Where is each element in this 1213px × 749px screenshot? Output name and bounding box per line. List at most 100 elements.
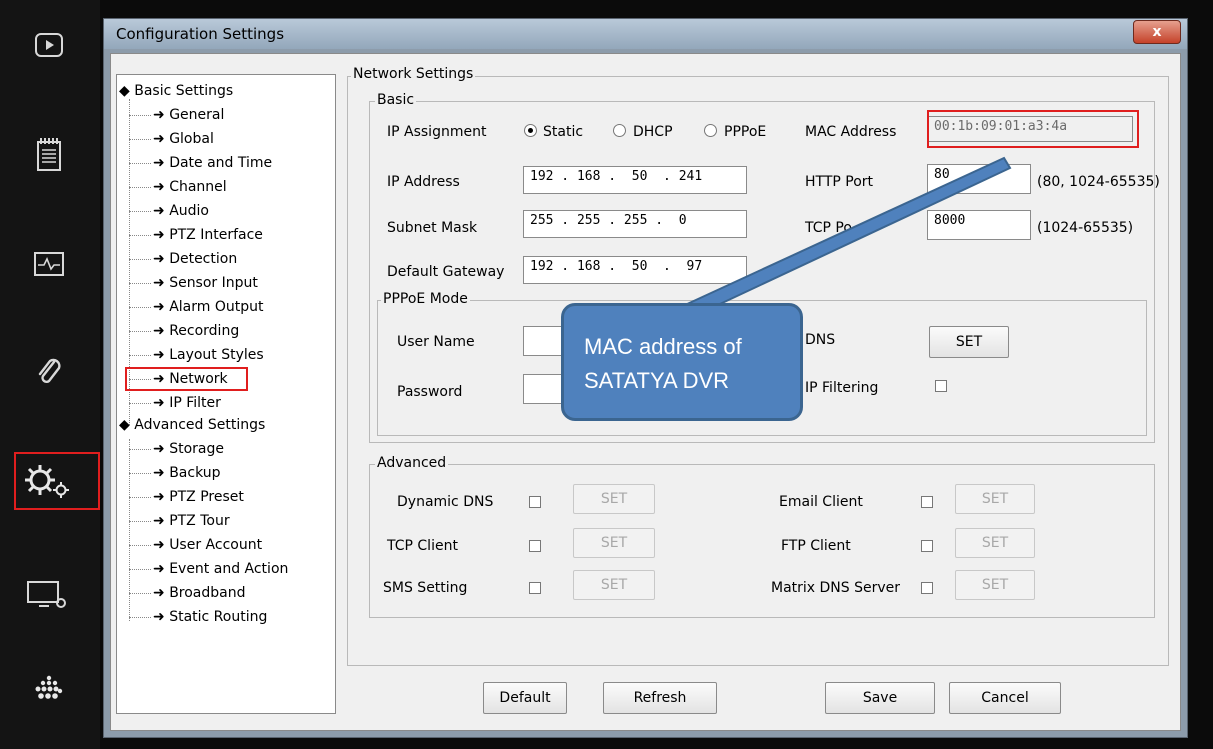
tree-item-ip-filter[interactable]: ➜ IP Filter — [129, 395, 221, 411]
tcp-port-label: TCP Po — [805, 220, 852, 236]
dhcp-radio-label: DHCP — [633, 124, 673, 140]
sms-setting-checkbox[interactable] — [529, 582, 541, 594]
ip-address-field[interactable]: 192 . 168 . 50 . 241 — [523, 166, 747, 194]
arrow-icon: ➜ — [153, 465, 165, 481]
ftp-client-checkbox[interactable] — [921, 540, 933, 552]
close-icon: x — [1152, 24, 1162, 40]
basic-group-title: Basic — [375, 92, 417, 108]
tcp-client-label: TCP Client — [387, 538, 458, 554]
ftp-client-set-button[interactable]: SET — [955, 528, 1035, 558]
tree-item-label: Detection — [169, 251, 238, 267]
arrow-icon: ➜ — [153, 585, 165, 601]
tree-item-network[interactable]: ➜ Network — [129, 371, 228, 387]
http-port-field[interactable]: 80 — [927, 164, 1031, 194]
tree-item-layout-styles[interactable]: ➜ Layout Styles — [129, 347, 264, 363]
username-field[interactable] — [523, 326, 563, 356]
notepad-icon[interactable] — [28, 133, 70, 175]
advanced-group-title: Advanced — [375, 455, 449, 471]
dns-label: DNS — [805, 332, 836, 348]
arrow-icon: ➜ — [153, 275, 165, 291]
password-field[interactable] — [523, 374, 563, 404]
cancel-button[interactable]: Cancel — [949, 682, 1061, 714]
tree-item-label: PTZ Interface — [169, 227, 263, 243]
email-client-set-button[interactable]: SET — [955, 484, 1035, 514]
close-button[interactable]: x — [1133, 20, 1181, 44]
tree-item-backup[interactable]: ➜ Backup — [129, 465, 221, 481]
tree-item-static-routing[interactable]: ➜ Static Routing — [129, 609, 267, 625]
tree-item-label: IP Filter — [169, 395, 221, 411]
tree-item-label: PTZ Preset — [169, 489, 244, 505]
tree-item-storage[interactable]: ➜ Storage — [129, 441, 224, 457]
tree-item-ptz-interface[interactable]: ➜ PTZ Interface — [129, 227, 263, 243]
mac-address-label: MAC Address — [805, 124, 897, 140]
ftp-client-label: FTP Client — [781, 538, 851, 554]
default-gateway-field[interactable]: 192 . 168 . 50 . 97 — [523, 256, 747, 284]
dynamic-dns-set-button[interactable]: SET — [573, 484, 655, 514]
tcp-client-set-button[interactable]: SET — [573, 528, 655, 558]
tree-item-label: Layout Styles — [169, 347, 264, 363]
pppoe-radio-label: PPPoE — [724, 124, 767, 140]
dynamic-dns-checkbox[interactable] — [529, 496, 541, 508]
tree-item-general[interactable]: ➜ General — [129, 107, 224, 123]
matrix-dns-server-set-button[interactable]: SET — [955, 570, 1035, 600]
arrow-icon: ➜ — [153, 371, 165, 387]
tree-item-channel[interactable]: ➜ Channel — [129, 179, 227, 195]
email-client-label: Email Client — [779, 494, 863, 510]
tree-item-label: Global — [169, 131, 214, 147]
email-client-checkbox[interactable] — [921, 496, 933, 508]
tree-item-recording[interactable]: ➜ Recording — [129, 323, 239, 339]
tree-node-label: Advanced Settings — [134, 417, 266, 433]
tree-item-ptz-tour[interactable]: ➜ PTZ Tour — [129, 513, 230, 529]
tree-item-label: PTZ Tour — [169, 513, 230, 529]
ip-address-label: IP Address — [387, 174, 460, 190]
refresh-button[interactable]: Refresh — [603, 682, 717, 714]
tree-item-event-and-action[interactable]: ➜ Event and Action — [129, 561, 288, 577]
paperclip-icon[interactable] — [28, 350, 70, 392]
tree-item-audio[interactable]: ➜ Audio — [129, 203, 209, 219]
dhcp-radio[interactable] — [613, 124, 626, 137]
gears-icon[interactable] — [22, 460, 74, 502]
tree-item-broadband[interactable]: ➜ Broadband — [129, 585, 246, 601]
static-radio-label: Static — [543, 124, 584, 140]
tree-item-label: Storage — [169, 441, 224, 457]
tcp-port-field[interactable]: 8000 — [927, 210, 1031, 240]
diamond-icon: ◆ — [119, 83, 130, 99]
save-button[interactable]: Save — [825, 682, 935, 714]
pulse-monitor-icon[interactable] — [28, 243, 70, 285]
tree-item-user-account[interactable]: ➜ User Account — [129, 537, 262, 553]
tree-node-advanced-settings[interactable]: ◆ Advanced Settings — [119, 417, 265, 433]
tree-item-label: Broadband — [169, 585, 246, 601]
arrow-icon: ➜ — [153, 131, 165, 147]
tree-item-alarm-output[interactable]: ➜ Alarm Output — [129, 299, 263, 315]
tree-item-sensor-input[interactable]: ➜ Sensor Input — [129, 275, 258, 291]
arrow-icon: ➜ — [153, 179, 165, 195]
dots-grid-icon[interactable] — [28, 668, 70, 710]
username-label: User Name — [397, 334, 475, 350]
callout-line-1: MAC address of — [584, 334, 742, 359]
static-radio[interactable] — [524, 124, 537, 137]
tree-item-detection[interactable]: ➜ Detection — [129, 251, 237, 267]
arrow-icon: ➜ — [153, 299, 165, 315]
tcp-client-checkbox[interactable] — [529, 540, 541, 552]
tree-item-date-and-time[interactable]: ➜ Date and Time — [129, 155, 272, 171]
tree-item-ptz-preset[interactable]: ➜ PTZ Preset — [129, 489, 244, 505]
arrow-icon: ➜ — [153, 251, 165, 267]
play-icon[interactable] — [28, 24, 70, 66]
matrix-dns-server-checkbox[interactable] — [921, 582, 933, 594]
tree-item-global[interactable]: ➜ Global — [129, 131, 214, 147]
pppoe-radio[interactable] — [704, 124, 717, 137]
network-settings-title: Network Settings — [351, 66, 476, 82]
arrow-icon: ➜ — [153, 347, 165, 363]
dns-set-button[interactable]: SET — [929, 326, 1009, 358]
sms-setting-set-button[interactable]: SET — [573, 570, 655, 600]
subnet-mask-field[interactable]: 255 . 255 . 255 . 0 — [523, 210, 747, 238]
default-button[interactable]: Default — [483, 682, 567, 714]
tree-node-basic-settings[interactable]: ◆ Basic Settings — [119, 83, 233, 99]
tree-node-label: Basic Settings — [134, 83, 234, 99]
http-port-label: HTTP Port — [805, 174, 874, 190]
ip-filtering-checkbox[interactable] — [935, 380, 947, 392]
diamond-icon: ◆ — [119, 417, 130, 433]
callout-line-2: SATATYA DVR — [584, 368, 730, 393]
tree-item-label: Channel — [169, 179, 227, 195]
display-settings-icon[interactable] — [24, 575, 72, 617]
